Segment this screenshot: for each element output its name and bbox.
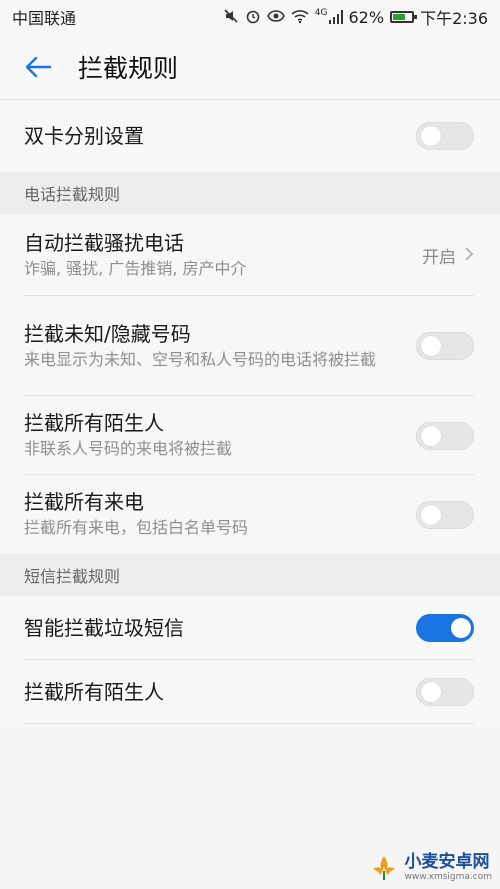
smart-block-spam-row[interactable]: 智能拦截垃圾短信 (0, 596, 500, 660)
sms-block-strangers-row[interactable]: 拦截所有陌生人 (0, 660, 500, 724)
block-unknown-title: 拦截未知/隐藏号码 (24, 321, 191, 346)
back-arrow-icon[interactable] (20, 49, 56, 85)
block-strangers-title: 拦截所有陌生人 (24, 411, 164, 436)
dual-sim-switch[interactable] (416, 122, 474, 150)
dual-sim-group: 双卡分别设置 (0, 100, 500, 172)
watermark-logo-icon (372, 856, 395, 880)
battery-percent: 62% (348, 7, 385, 27)
block-strangers-subtitle: 非联系人号码的来电将被拦截 (24, 439, 233, 459)
auto-block-status: 开启 (422, 247, 456, 268)
block-unknown-switch[interactable] (416, 332, 474, 360)
clock: 下午2:36 (420, 9, 488, 28)
eye-icon (266, 8, 285, 27)
alarm-icon (245, 8, 261, 27)
block-all-calls-row[interactable]: 拦截所有来电 拦截所有来电，包括白名单号码 (0, 475, 500, 554)
signal-icon: 4G (314, 8, 343, 24)
block-unknown-row[interactable]: 拦截未知/隐藏号码 来电显示为未知、空号和私人号码的电话将被拦截 (0, 296, 500, 396)
carrier-label: 中国联通 (12, 9, 77, 28)
sms-rules-group: 智能拦截垃圾短信 拦截所有陌生人 (0, 596, 500, 724)
mute-icon (223, 8, 239, 27)
block-all-calls-switch[interactable] (416, 500, 474, 529)
block-all-calls-title: 拦截所有来电 (24, 490, 144, 515)
page-title: 拦截规则 (78, 53, 179, 83)
site-watermark: 小麦安卓网 www.xmsigma.com (369, 853, 492, 883)
block-all-calls-subtitle: 拦截所有来电，包括白名单号码 (24, 518, 249, 538)
auto-block-harassment-subtitle: 诈骗, 骚扰, 广告推销, 房产中介 (24, 258, 247, 278)
sms-block-strangers-switch[interactable] (416, 678, 474, 706)
auto-block-harassment-row[interactable]: 自动拦截骚扰电话 诈骗, 骚扰, 广告推销, 房产中介 开启 (0, 214, 500, 296)
auto-block-harassment-title: 自动拦截骚扰电话 (24, 230, 184, 255)
dual-sim-row[interactable]: 双卡分别设置 (0, 100, 500, 172)
status-bar: 中国联通 4G 62% 下午2:36 (0, 0, 500, 34)
block-strangers-switch[interactable] (416, 421, 474, 450)
phone-rules-group: 自动拦截骚扰电话 诈骗, 骚扰, 广告推销, 房产中介 开启 拦截未知/隐藏号码… (0, 214, 500, 554)
watermark-url: www.xmsigma.com (404, 872, 492, 882)
auto-block-harassment-value[interactable]: 开启 (422, 243, 474, 268)
block-unknown-subtitle: 来电显示为未知、空号和私人号码的电话将被拦截 (24, 349, 377, 369)
dual-sim-label: 双卡分别设置 (24, 124, 144, 148)
smart-block-spam-switch[interactable] (416, 614, 474, 642)
block-strangers-row[interactable]: 拦截所有陌生人 非联系人号码的来电将被拦截 (0, 396, 500, 475)
watermark-title: 小麦安卓网 (404, 852, 490, 872)
smart-block-spam-title: 智能拦截垃圾短信 (24, 616, 184, 640)
app-bar: 拦截规则 (0, 34, 500, 100)
phone-rules-header: 电话拦截规则 (0, 172, 500, 214)
status-icons: 4G 62% 下午2:36 (223, 5, 488, 29)
network-type: 4G (314, 8, 328, 18)
battery-icon (390, 11, 418, 23)
wifi-icon (291, 8, 309, 27)
sms-block-strangers-title: 拦截所有陌生人 (24, 680, 164, 704)
sms-rules-header: 短信拦截规则 (0, 554, 500, 596)
chevron-right-icon (464, 243, 474, 267)
